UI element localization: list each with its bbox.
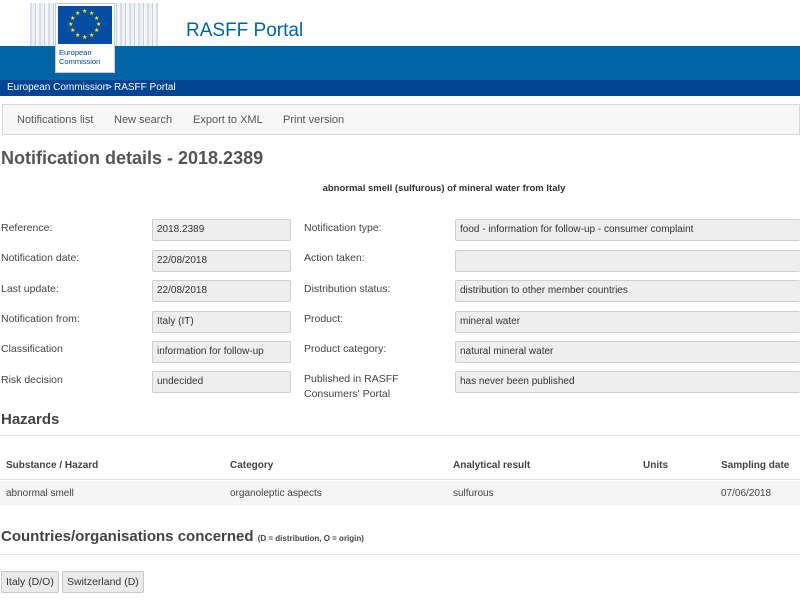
print-version-link[interactable]: Print version [283,114,344,126]
notification-date-value: 22/08/2018 [152,250,291,272]
published-label-line2: Consumers' Portal [304,388,391,400]
product-value: mineral water [455,311,800,333]
product-label: Product: [304,313,344,325]
published-label-line1: Published in RASFF [304,373,399,385]
notification-type-label: Notification type: [304,222,382,234]
action-toolbar: Notifications list New search Export to … [2,104,800,135]
hazards-heading: Hazards [1,411,60,428]
notification-from-label: Notification from: [1,313,80,325]
cell-sampling-date: 07/06/2018 [721,488,772,499]
classification-value: information for follow-up [152,341,291,363]
breadcrumb-european-commission[interactable]: European Commission [7,80,108,96]
breadcrumb-rasff-portal[interactable]: RASFF Portal [114,80,176,96]
countries-heading: Countries/organisations concerned (D = d… [1,528,364,545]
notification-type-value: food - information for follow-up - consu… [455,219,800,241]
export-xml-link[interactable]: Export to XML [193,114,263,126]
col-category: Category [230,460,274,471]
new-search-link[interactable]: New search [114,114,172,126]
product-category-value: natural mineral water [455,341,800,363]
reference-label: Reference: [1,222,53,234]
classification-label: Classification [1,343,63,355]
last-update-label: Last update: [1,283,59,295]
hazards-header-divider [0,479,800,480]
notification-subject: abnormal smell (sulfurous) of mineral wa… [322,183,566,194]
action-taken-value [455,250,800,272]
country-badge-switzerland[interactable]: Switzerland (D) [62,571,144,593]
eu-flag-icon: ★ ★ ★ ★ ★ ★ ★ ★ ★ ★ ★ ★ [58,6,112,44]
last-update-value: 22/08/2018 [152,280,291,302]
logo-line-european: European [59,48,92,57]
distribution-status-label: Distribution status: [304,283,391,295]
cell-category: organoleptic aspects [230,488,322,499]
col-analytical-result: Analytical result [453,460,531,471]
country-badge-italy[interactable]: Italy (D/O) [1,571,59,593]
risk-decision-label: Risk decision [1,374,63,386]
countries-divider [0,554,800,555]
col-substance-hazard: Substance / Hazard [6,460,99,471]
european-commission-logo[interactable]: ★ ★ ★ ★ ★ ★ ★ ★ ★ ★ ★ ★ European Commiss… [55,3,115,73]
reference-value: 2018.2389 [152,219,291,241]
distribution-status-value: distribution to other member countries [455,280,800,302]
notification-from-value: Italy (IT) [152,311,291,333]
col-units: Units [643,460,668,471]
logo-line-commission: Commission [59,57,101,66]
countries-heading-text: Countries/organisations concerned [1,528,254,545]
breadcrumb: European Commission > RASFF Portal [0,80,800,96]
logo-text: European Commission [59,48,100,66]
cell-analytical-result: sulfurous [453,488,494,499]
header-blue-band [0,46,800,80]
table-row: abnormal smell organoleptic aspects sulf… [0,481,800,505]
published-value: has never been published [455,371,800,393]
cell-substance-hazard: abnormal smell [6,488,74,499]
notifications-list-link[interactable]: Notifications list [17,114,93,126]
breadcrumb-separator: > [106,82,112,93]
published-label: Published in RASFF Consumers' Portal [304,372,399,402]
notification-date-label: Notification date: [1,252,80,264]
hazards-divider [0,435,800,436]
action-taken-label: Action taken: [304,252,365,264]
countries-legend-note: (D = distribution, O = origin) [257,534,364,543]
page-title: Notification details - 2018.2389 [1,148,264,168]
portal-title[interactable]: RASFF Portal [186,20,303,42]
product-category-label: Product category: [304,343,387,355]
risk-decision-value: undecided [152,371,291,393]
col-sampling-date: Sampling date [721,460,790,471]
site-header [0,0,800,46]
